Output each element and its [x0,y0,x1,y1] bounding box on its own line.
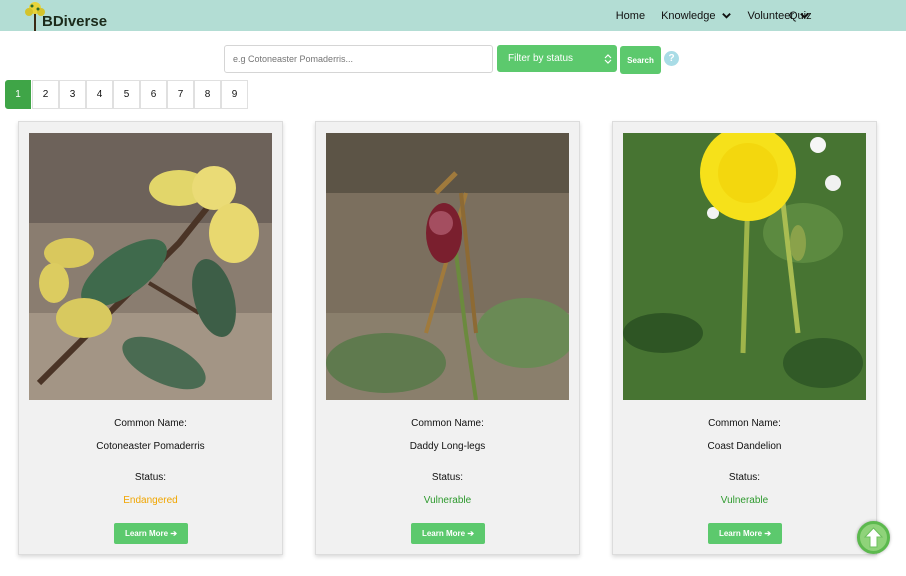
page-button-9[interactable]: 9 [221,80,248,109]
status-label: Status: [728,472,761,483]
page-label: 5 [123,89,130,100]
dandelion-photo-coast [623,133,866,400]
brand-name: BDiverse [42,13,108,30]
common-name-label: Common Name: [411,418,484,429]
common-name-label: Common Name: [114,418,187,429]
page-label: 7 [177,89,184,100]
common-name-value: Cotoneaster Pomaderris [96,441,205,452]
status-label: Status: [134,472,167,483]
page-label: 6 [150,89,157,100]
tree-logo-icon [25,2,45,31]
species-card: Common Name: Daddy Long-legs Status: Vul… [315,121,580,555]
scroll-to-top-button[interactable] [857,521,890,554]
status-label: Status: [431,472,464,483]
page-label: 1 [15,89,21,100]
help-glyph: ? [668,53,675,64]
flower-photo-cotoneaster [29,133,272,400]
page-button-3[interactable]: 3 [59,80,86,109]
page-label: 8 [204,89,211,100]
nav-home-label: Home [615,9,646,22]
learn-more-button[interactable]: Learn More ➔ [411,523,485,544]
status-value: Vulnerable [423,495,472,506]
species-photo[interactable] [623,133,866,400]
page-button-1[interactable]: 1 [5,80,31,109]
nav-quiz-label: Quiz [789,9,812,22]
chevron-down-icon [721,13,731,19]
species-photo[interactable] [326,133,569,400]
species-card: Common Name: Cotoneaster Pomaderris Stat… [18,121,283,555]
common-name-value: Daddy Long-legs [409,441,486,452]
page-button-8[interactable]: 8 [194,80,221,109]
common-name-label: Common Name: [708,418,781,429]
status-value: Endangered [123,495,178,506]
learn-more-button[interactable]: Learn More ➔ [114,523,188,544]
species-card: Common Name: Coast Dandelion Status: Vul… [612,121,877,555]
status-filter-label: Filter by status [508,53,574,64]
status-filter-select[interactable]: Filter by status [497,45,617,72]
status-value: Vulnerable [720,495,769,506]
brand-logo[interactable]: BDiverse [24,0,107,31]
page-button-6[interactable]: 6 [140,80,167,109]
search-button[interactable]: Search [620,46,661,74]
search-input[interactable] [224,45,493,73]
page-button-7[interactable]: 7 [167,80,194,109]
nav-links: Home Knowledge Volunteer [616,0,810,31]
page-label: 3 [69,89,76,100]
page-button-4[interactable]: 4 [86,80,113,109]
learn-more-button[interactable]: Learn More ➔ [708,523,782,544]
common-name-value: Coast Dandelion [707,441,782,452]
nav-volunteer-label: Volunteer [747,9,794,22]
page-label: 4 [96,89,103,100]
pagination: 1 2 3 4 5 6 7 8 9 [5,80,248,109]
arrow-up-icon [863,527,884,548]
nav-quiz[interactable]: Quiz [789,0,812,31]
nav-knowledge-label: Knowledge [661,9,716,22]
select-caret-icon [604,54,612,64]
search-button-label: Search [627,55,654,65]
orchid-photo-daddy-long-legs [326,133,569,400]
species-photo[interactable] [29,133,272,400]
page-button-2[interactable]: 2 [32,80,59,109]
page-button-5[interactable]: 5 [113,80,140,109]
help-icon[interactable]: ? [664,51,679,66]
nav-knowledge[interactable]: Knowledge [661,10,731,22]
nav-home[interactable]: Home [616,10,645,22]
navbar: BDiverse Home Knowledge Volunteer Quiz [0,0,906,31]
page-label: 9 [231,89,238,100]
page-label: 2 [42,89,49,100]
